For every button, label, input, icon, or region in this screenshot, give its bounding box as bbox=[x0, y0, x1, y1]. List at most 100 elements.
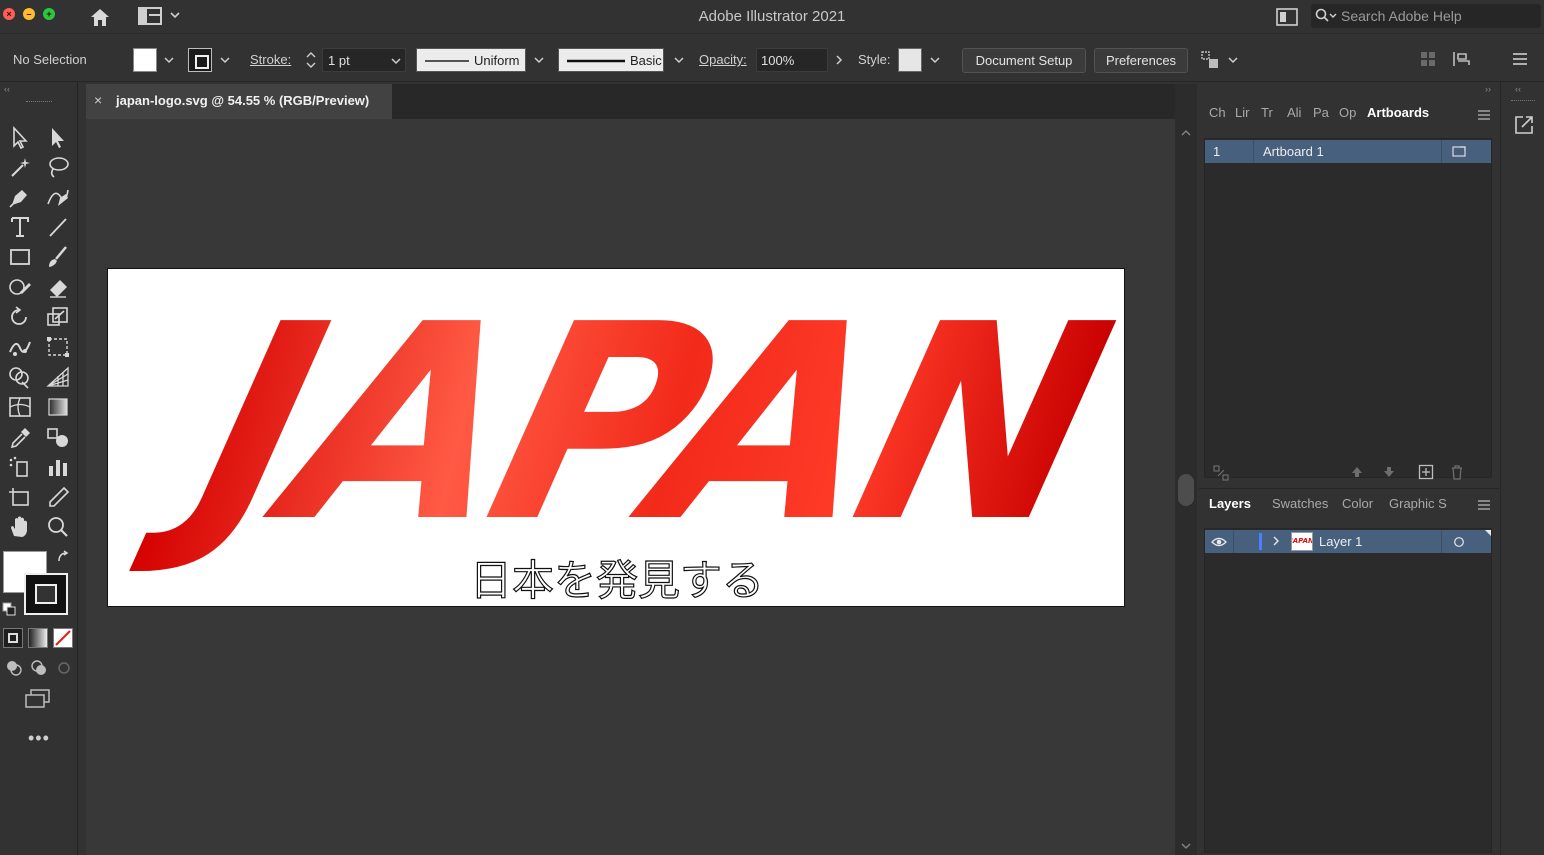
profile-chevron-down-icon[interactable] bbox=[530, 48, 548, 72]
more-tools-icon[interactable]: ••• bbox=[28, 728, 50, 749]
color-mode-icon[interactable] bbox=[3, 628, 23, 648]
collapse-strip-icon[interactable]: ‹‹ bbox=[1515, 84, 1521, 94]
blend-tool-icon[interactable] bbox=[44, 424, 72, 450]
eye-icon[interactable] bbox=[1211, 536, 1227, 548]
align-icon[interactable] bbox=[1200, 50, 1220, 70]
scroll-down-icon[interactable] bbox=[1181, 839, 1191, 849]
artboard-row[interactable]: 1 Artboard 1 bbox=[1205, 140, 1491, 163]
control-bar-menu-icon[interactable] bbox=[1512, 52, 1528, 66]
layers-panel-menu-icon[interactable] bbox=[1477, 499, 1491, 511]
zoom-tool-icon[interactable] bbox=[44, 514, 72, 540]
brush-definition-dropdown[interactable]: Basic bbox=[558, 48, 664, 72]
stroke-color-swatch[interactable] bbox=[188, 48, 212, 72]
tab-color[interactable]: Color bbox=[1342, 496, 1373, 511]
collapse-panel-icon[interactable]: ‹‹ bbox=[4, 84, 10, 94]
tab-artboards[interactable]: Artboards bbox=[1367, 105, 1429, 120]
tab-pathfinder[interactable]: Pa bbox=[1313, 105, 1329, 120]
scale-tool-icon[interactable] bbox=[44, 304, 72, 330]
help-search-field[interactable] bbox=[1311, 4, 1541, 28]
expand-panel-icon[interactable]: ›› bbox=[1485, 84, 1491, 94]
tab-align[interactable]: Ali bbox=[1287, 105, 1301, 120]
help-search-input[interactable] bbox=[1341, 7, 1531, 25]
close-document-icon[interactable]: × bbox=[94, 92, 102, 108]
stroke-label[interactable]: Stroke: bbox=[250, 52, 291, 67]
eyedropper-tool-icon[interactable] bbox=[6, 424, 34, 450]
scrollbar-thumb[interactable] bbox=[1178, 474, 1194, 506]
hand-tool-icon[interactable] bbox=[6, 514, 34, 540]
artboard-name[interactable]: Artboard 1 bbox=[1263, 144, 1324, 159]
curvature-tool-icon[interactable] bbox=[44, 184, 72, 210]
toolbar-grip[interactable] bbox=[26, 101, 52, 104]
layer-name[interactable]: Layer 1 bbox=[1319, 534, 1362, 549]
graphic-style-swatch[interactable] bbox=[898, 48, 922, 72]
symbol-sprayer-tool-icon[interactable] bbox=[6, 454, 34, 480]
stroke-weight-stepper-icon[interactable] bbox=[302, 48, 320, 72]
stroke-dropdown-chevron-icon[interactable] bbox=[216, 48, 234, 72]
fill-dropdown-chevron-icon[interactable] bbox=[160, 48, 178, 72]
document-setup-button[interactable]: Document Setup bbox=[962, 48, 1086, 73]
tab-layers[interactable]: Layers bbox=[1209, 496, 1251, 511]
rectangle-tool-icon[interactable] bbox=[6, 244, 34, 270]
tab-graphic-styles[interactable]: Graphic S bbox=[1389, 496, 1447, 511]
puppet-warp-tool-icon[interactable] bbox=[6, 334, 34, 360]
tab-transform[interactable]: Tr bbox=[1261, 105, 1273, 120]
expand-layer-chevron-icon[interactable] bbox=[1270, 535, 1282, 547]
layer-target-icon[interactable] bbox=[1453, 536, 1465, 548]
export-icon[interactable] bbox=[1513, 114, 1535, 136]
scroll-up-icon[interactable] bbox=[1181, 126, 1191, 136]
draw-behind-icon[interactable] bbox=[29, 658, 49, 678]
japan-logo-artwork[interactable]: JAPAN 日本を発見する bbox=[108, 269, 1125, 607]
none-mode-icon[interactable] bbox=[53, 628, 73, 648]
distribute-icon[interactable] bbox=[1452, 50, 1472, 68]
shaper-tool-icon[interactable] bbox=[6, 274, 34, 300]
style-chevron-down-icon[interactable] bbox=[926, 48, 944, 72]
artboard-tool-icon[interactable] bbox=[6, 484, 34, 510]
preferences-button[interactable]: Preferences bbox=[1094, 48, 1188, 73]
opacity-chevron-right-icon[interactable] bbox=[830, 48, 848, 72]
fill-color-swatch[interactable] bbox=[133, 48, 157, 72]
line-segment-tool-icon[interactable] bbox=[44, 214, 72, 240]
magic-wand-tool-icon[interactable] bbox=[6, 154, 34, 180]
gradient-tool-icon[interactable] bbox=[44, 394, 72, 420]
new-artboard-icon[interactable] bbox=[1418, 464, 1434, 480]
rotate-tool-icon[interactable] bbox=[6, 304, 34, 330]
column-graph-tool-icon[interactable] bbox=[44, 454, 72, 480]
tab-links[interactable]: Lir bbox=[1235, 105, 1249, 120]
layer-row[interactable]: JAPAN Layer 1 bbox=[1205, 530, 1491, 553]
move-up-icon[interactable] bbox=[1350, 465, 1364, 479]
document-tab[interactable]: × japan-logo.svg @ 54.55 % (RGB/Preview) bbox=[86, 84, 392, 119]
stroke-weight-field[interactable]: 1 pt bbox=[322, 48, 406, 72]
delete-artboard-icon[interactable] bbox=[1450, 464, 1464, 480]
mesh-tool-icon[interactable] bbox=[6, 394, 34, 420]
rearrange-artboards-icon[interactable] bbox=[1213, 465, 1229, 481]
grid-options-icon[interactable] bbox=[1420, 51, 1436, 67]
opacity-label[interactable]: Opacity: bbox=[699, 52, 747, 67]
vertical-scrollbar[interactable] bbox=[1175, 84, 1197, 855]
swap-fill-stroke-icon[interactable] bbox=[56, 550, 70, 564]
selection-tool-icon[interactable] bbox=[6, 124, 34, 150]
perspective-grid-tool-icon[interactable] bbox=[44, 364, 72, 390]
lasso-tool-icon[interactable] bbox=[44, 154, 72, 180]
align-chevron-down-icon[interactable] bbox=[1224, 48, 1242, 72]
strip-grip[interactable] bbox=[1511, 100, 1535, 103]
direct-selection-tool-icon[interactable] bbox=[44, 124, 72, 150]
default-fill-stroke-icon[interactable] bbox=[2, 602, 16, 616]
tab-swatches[interactable]: Swatches bbox=[1272, 496, 1328, 511]
slice-tool-icon[interactable] bbox=[44, 484, 72, 510]
artboard[interactable]: JAPAN 日本を発見する bbox=[107, 268, 1125, 607]
tab-character[interactable]: Ch bbox=[1209, 105, 1226, 120]
move-down-icon[interactable] bbox=[1382, 465, 1396, 479]
draw-inside-icon[interactable] bbox=[54, 658, 74, 678]
pen-tool-icon[interactable] bbox=[6, 184, 34, 210]
tab-opacity[interactable]: Op bbox=[1339, 105, 1356, 120]
opacity-field[interactable]: 100% bbox=[756, 48, 828, 72]
change-screen-mode-icon[interactable] bbox=[24, 688, 52, 710]
paintbrush-tool-icon[interactable] bbox=[44, 244, 72, 270]
brush-chevron-down-icon[interactable] bbox=[670, 48, 688, 72]
gradient-mode-icon[interactable] bbox=[28, 628, 48, 648]
stroke-swatch[interactable] bbox=[24, 573, 68, 615]
eraser-tool-icon[interactable] bbox=[44, 274, 72, 300]
free-transform-tool-icon[interactable] bbox=[44, 334, 72, 360]
arrange-documents-icon[interactable] bbox=[1276, 8, 1298, 26]
draw-normal-icon[interactable] bbox=[4, 658, 24, 678]
